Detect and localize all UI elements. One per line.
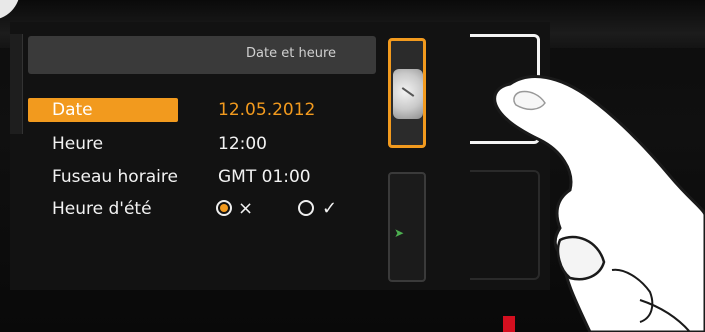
device-scene: Date et heure Date 12.05.2012 Heure 12:0… bbox=[0, 0, 705, 332]
hand-shape bbox=[493, 75, 705, 332]
finger-illustration bbox=[493, 75, 705, 332]
